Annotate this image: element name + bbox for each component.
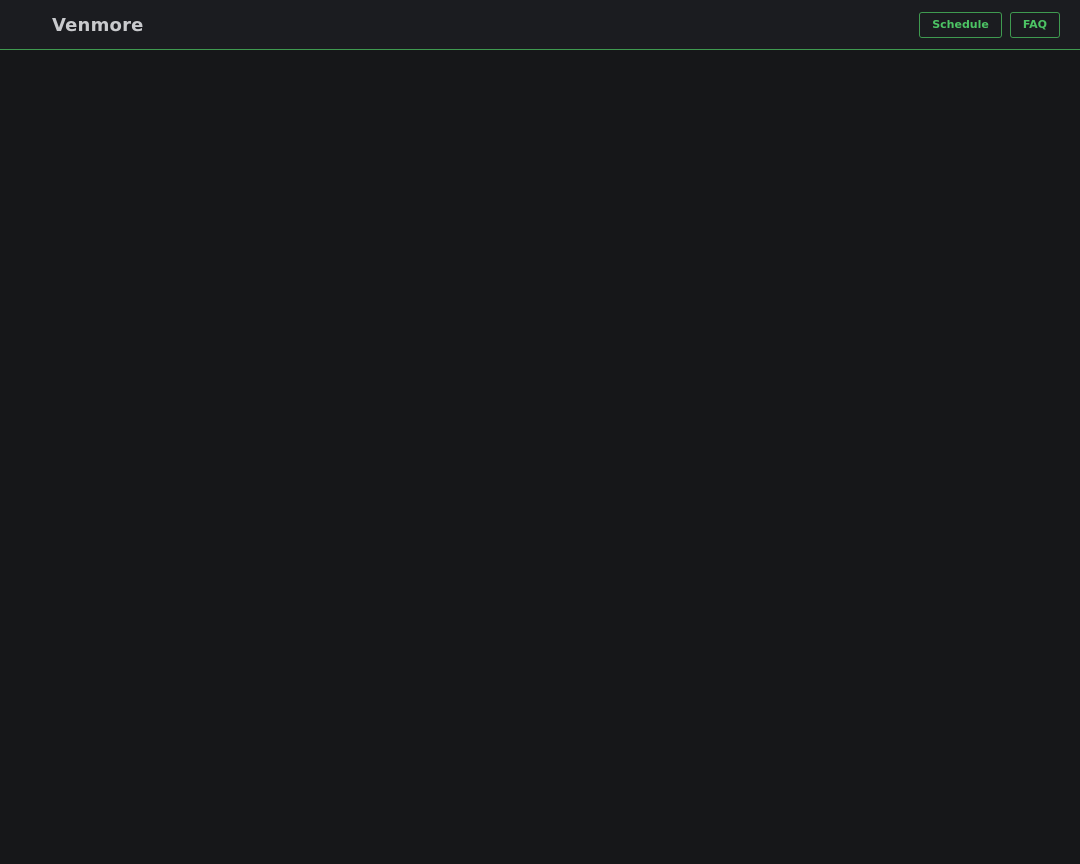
faq-button[interactable]: FAQ	[1009, 12, 1060, 38]
header-nav: Schedule FAQ	[919, 12, 1060, 38]
schedule-button[interactable]: Schedule	[919, 12, 1002, 38]
brand-title: Venmore	[52, 15, 144, 36]
top-bar: Venmore Schedule FAQ	[0, 0, 1080, 50]
main-content	[0, 50, 1080, 864]
